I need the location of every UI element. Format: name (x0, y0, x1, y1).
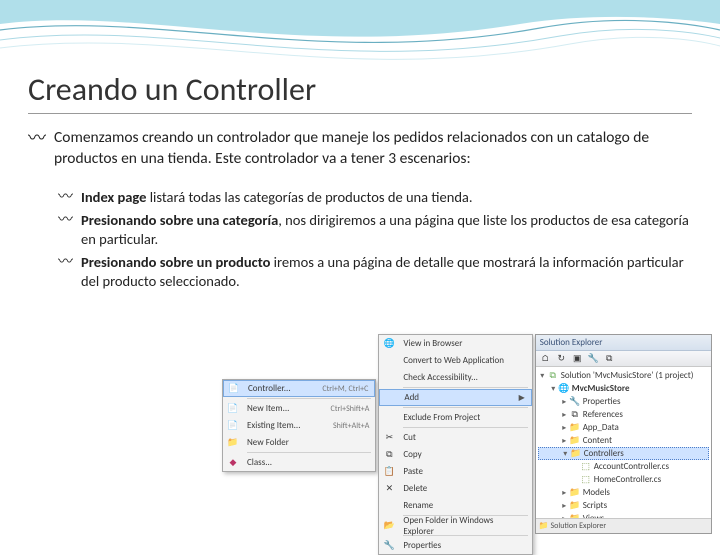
point-2: 〰 Presionando sobre una categoría, nos d… (58, 211, 692, 249)
browser-icon: 🌐 (383, 338, 395, 350)
folder-icon: 📁 (569, 501, 581, 511)
existing-item-icon: 📄 (227, 420, 239, 432)
menu-separator (247, 452, 371, 453)
menu-item-open-folder[interactable]: 📂Open Folder in Windows Explorer (379, 517, 531, 534)
file-icon: 📄 (228, 383, 240, 395)
solution-explorer: Solution Explorer ⌂ ↻ ▣ 🔧 ⧉ ▾⧉Solution '… (535, 334, 712, 534)
solution-tree: ▾⧉Solution 'MvcMusicStore' (1 project) ▾… (536, 367, 711, 518)
menu-item-cut[interactable]: ✂Cut (379, 429, 531, 446)
add-submenu: 📄 Controller... Ctrl+M, Ctrl+C 📄 New Ite… (222, 379, 376, 472)
menu-item-class[interactable]: ◆ Class... (223, 454, 375, 471)
cs-file-icon: ⬚ (580, 475, 592, 485)
point-1-rest: listará todas las categorías de producto… (146, 188, 472, 206)
toolbar-properties-icon[interactable]: 🔧 (587, 352, 600, 365)
menu-item-convert[interactable]: Convert to Web Application (379, 352, 531, 369)
folder-icon: 📁 (570, 449, 582, 459)
tree-file-account[interactable]: ⬚AccountController.cs (538, 460, 709, 473)
menu-item-add[interactable]: Add▶ (379, 389, 531, 406)
folder-icon: 📂 (383, 520, 395, 532)
folder-icon: 📁 (569, 423, 581, 433)
menu-separator (247, 398, 371, 399)
point-3: 〰 Presionando sobre un producto iremos a… (58, 253, 692, 291)
tree-project[interactable]: ▾🌐MvcMusicStore (538, 382, 709, 395)
toolbar-refresh-icon[interactable]: ↻ (555, 352, 568, 365)
menu-separator (403, 407, 527, 408)
point-1-bold: Index page (81, 188, 146, 206)
copy-icon: ⧉ (383, 449, 395, 461)
menu-item-exclude[interactable]: Exclude From Project (379, 409, 531, 426)
chevron-right-icon: ▶ (519, 393, 525, 403)
folder-icon: 📁 (227, 437, 239, 449)
solution-toolbar: ⌂ ↻ ▣ 🔧 ⧉ (536, 351, 711, 367)
tree-models[interactable]: ▸📁Models (538, 486, 709, 499)
properties-icon: 🔧 (383, 540, 395, 552)
menu-item-controller[interactable]: 📄 Controller... Ctrl+M, Ctrl+C (223, 380, 375, 397)
menu-separator (403, 427, 527, 428)
folder-icon: 📁 (569, 488, 581, 498)
solution-icon: ⧉ (547, 371, 559, 381)
swirl-icon: 〰 (58, 253, 73, 273)
cut-icon: ✂ (383, 432, 395, 444)
menu-separator (403, 387, 527, 388)
tree-solution[interactable]: ▾⧉Solution 'MvcMusicStore' (1 project) (538, 369, 709, 382)
slide-title: Creando un Controller (28, 70, 692, 114)
cs-file-icon: ⬚ (580, 462, 592, 472)
properties-icon: 🔧 (569, 397, 581, 407)
panel-footer: 📁 Solution Explorer (536, 518, 711, 533)
delete-icon: ✕ (383, 483, 395, 495)
toolbar-showall-icon[interactable]: ▣ (571, 352, 584, 365)
intro-bullet: 〰 Comenzamos creando un controlador que … (28, 128, 692, 170)
intro-text: Comenzamos creando un controlador que ma… (54, 128, 692, 170)
menu-item-view-browser[interactable]: 🌐View in Browser (379, 335, 531, 352)
new-item-icon: 📄 (227, 403, 239, 415)
tree-appdata[interactable]: ▸📁App_Data (538, 421, 709, 434)
point-3-bold: Presionando sobre un producto (81, 253, 270, 271)
tree-references[interactable]: ▸⧉References (538, 408, 709, 421)
paste-icon: 📋 (383, 466, 395, 478)
tree-file-home[interactable]: ⬚HomeController.cs (538, 473, 709, 486)
toolbar-code-icon[interactable]: ⧉ (603, 352, 616, 365)
menu-item-new-folder[interactable]: 📁 New Folder (223, 434, 375, 451)
class-icon: ◆ (227, 457, 239, 469)
menu-item-paste[interactable]: 📋Paste (379, 463, 531, 480)
menu-item-existing-item[interactable]: 📄 Existing Item... Shift+Alt+A (223, 417, 375, 434)
tree-content[interactable]: ▸📁Content (538, 434, 709, 447)
menu-item-rename[interactable]: Rename (379, 497, 531, 514)
references-icon: ⧉ (569, 410, 581, 420)
panel-title: Solution Explorer (536, 335, 711, 351)
context-menu: 🌐View in Browser Convert to Web Applicat… (378, 334, 532, 555)
menu-item-new-item[interactable]: 📄 New Item... Ctrl+Shift+A (223, 400, 375, 417)
folder-icon: 📁 (569, 436, 581, 446)
swirl-icon: 〰 (58, 188, 73, 208)
menu-item-delete[interactable]: ✕Delete (379, 480, 531, 497)
project-icon: 🌐 (558, 384, 570, 394)
tree-controllers[interactable]: ▾📁Controllers (538, 447, 709, 460)
shortcut: Ctrl+M, Ctrl+C (322, 384, 368, 394)
swirl-icon: 〰 (58, 211, 73, 231)
swirl-icon: 〰 (28, 126, 46, 150)
point-2-bold: Presionando sobre una categoría (81, 211, 278, 229)
toolbar-home-icon[interactable]: ⌂ (539, 352, 552, 365)
menu-item-copy[interactable]: ⧉Copy (379, 446, 531, 463)
point-1: 〰 Index page listará todas las categoría… (58, 188, 692, 208)
tree-scripts[interactable]: ▸📁Scripts (538, 499, 709, 512)
menu-item-accessibility[interactable]: Check Accessibility... (379, 369, 531, 386)
screenshot-composite: 📄 Controller... Ctrl+M, Ctrl+C 📄 New Ite… (222, 334, 712, 534)
tree-properties[interactable]: ▸🔧Properties (538, 395, 709, 408)
